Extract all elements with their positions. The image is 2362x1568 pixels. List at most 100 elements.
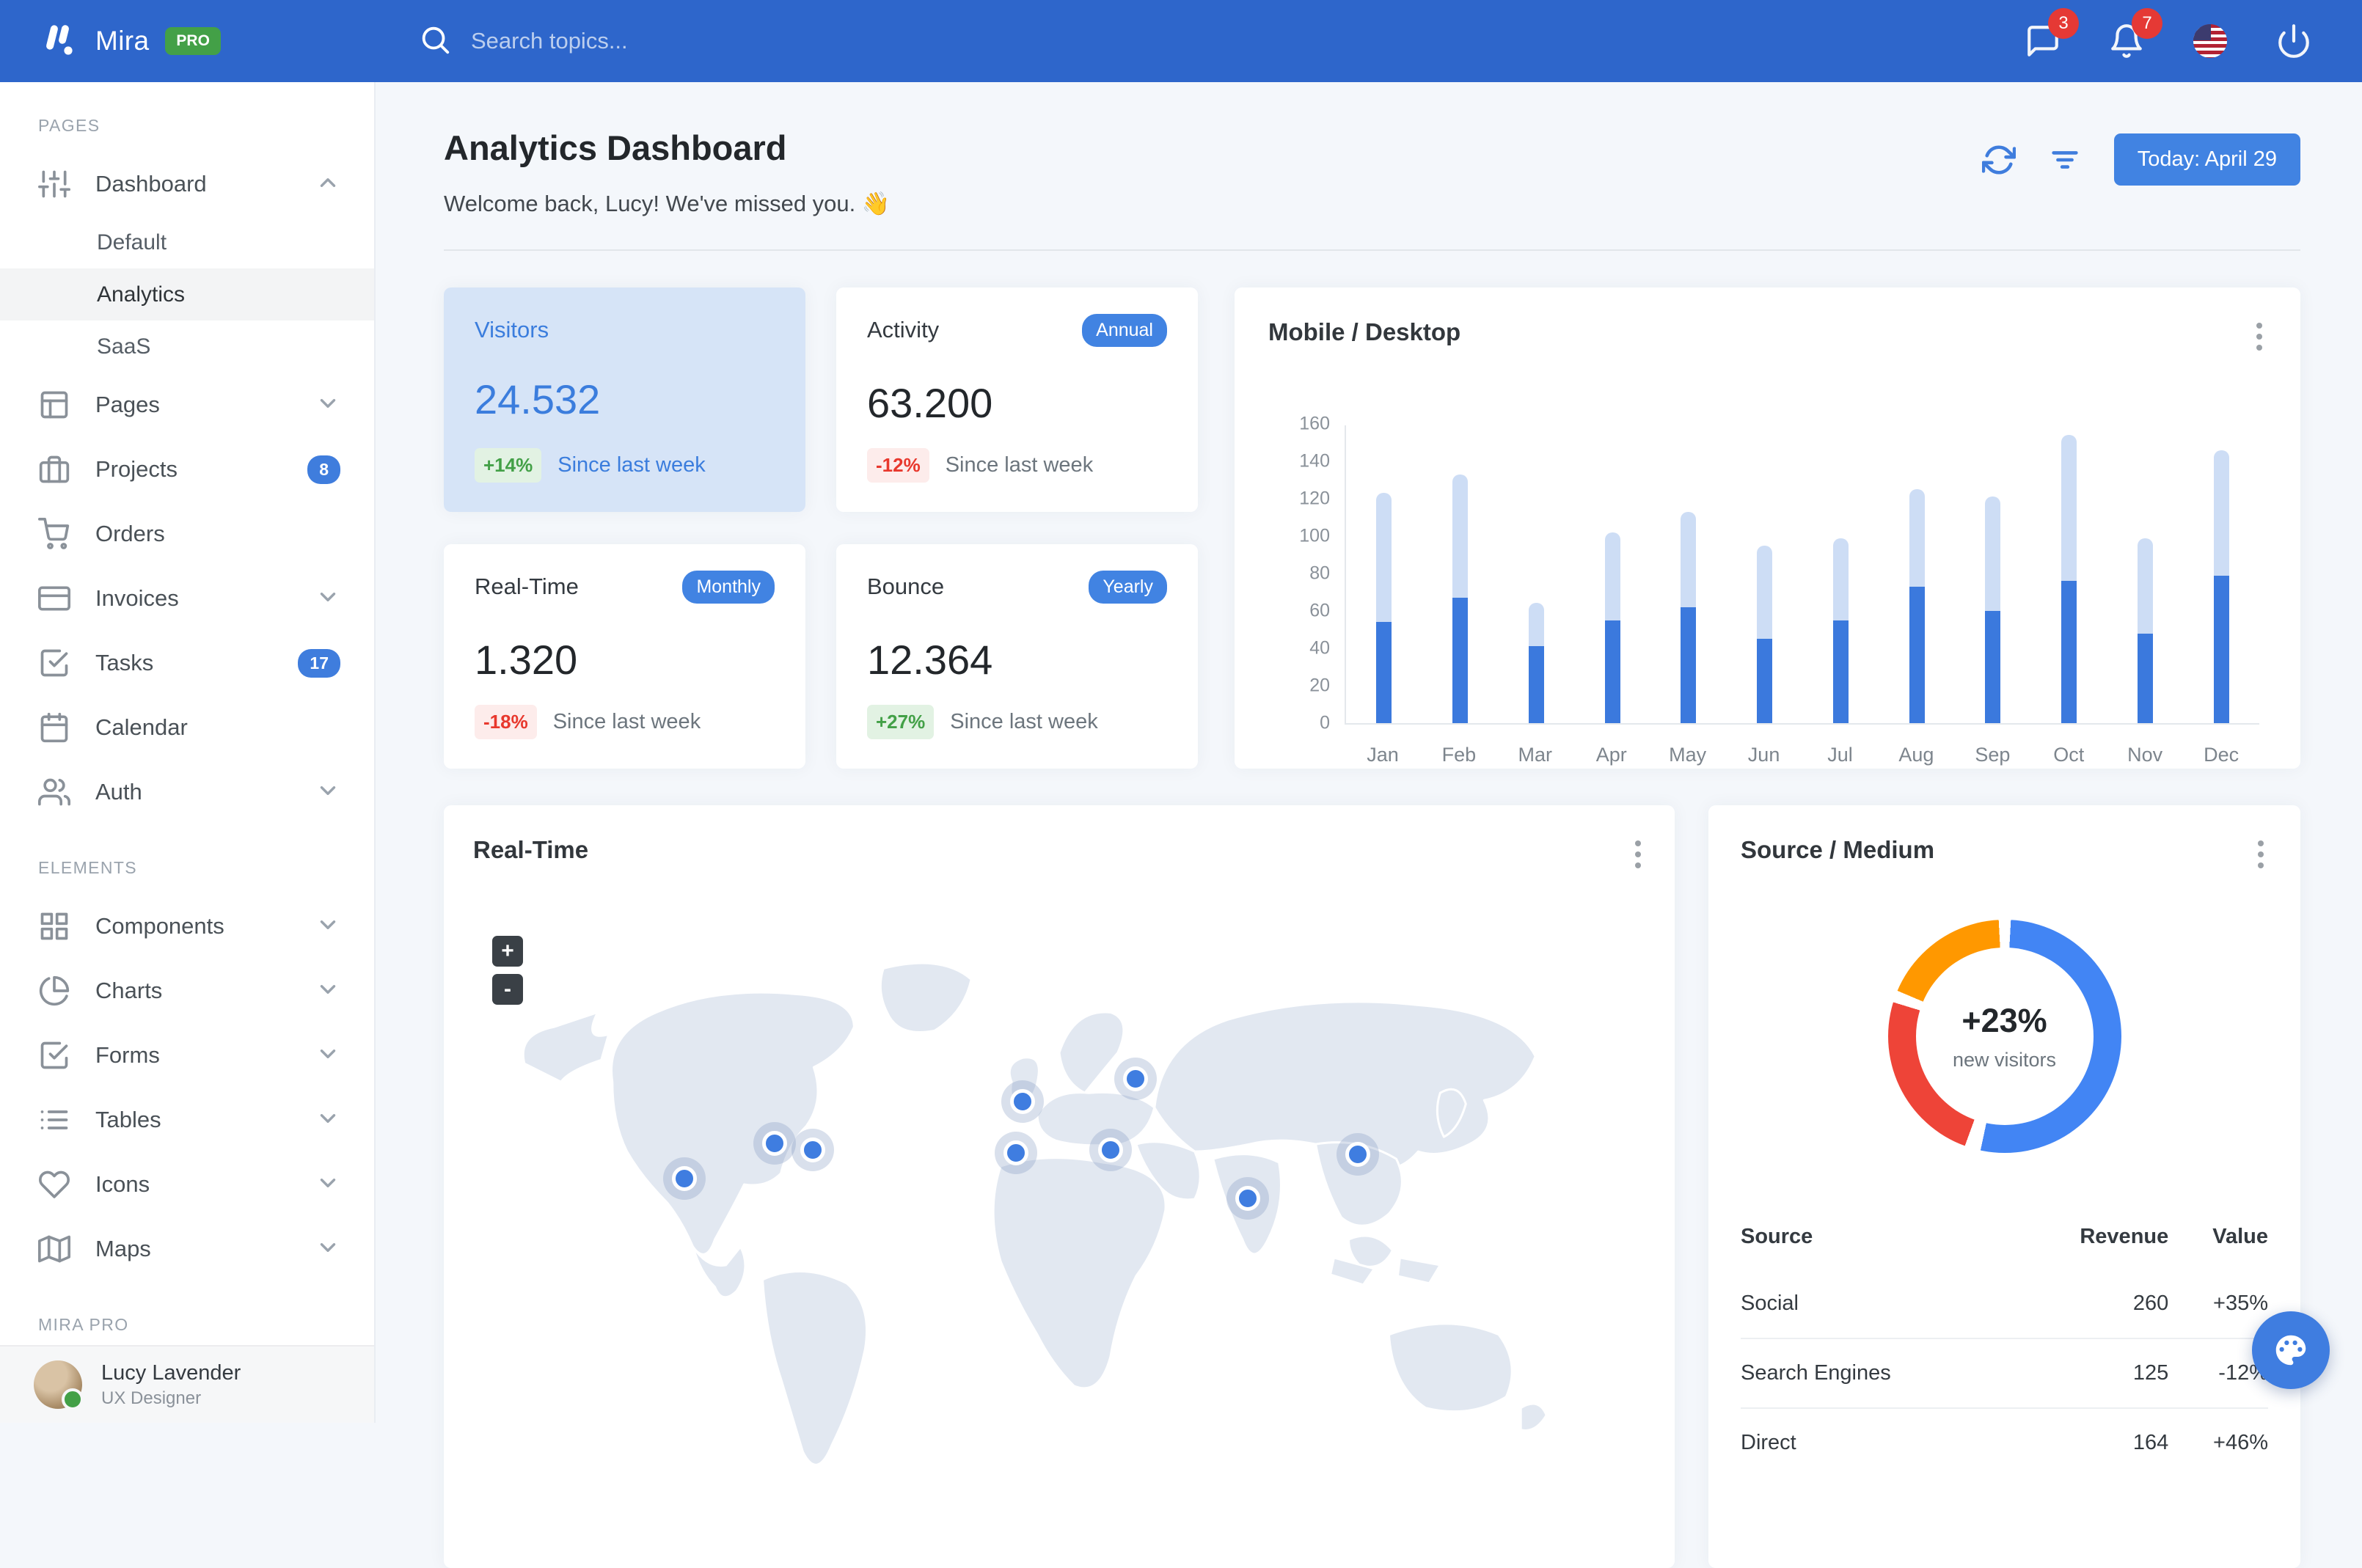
map-zoom-out-button[interactable]: - bbox=[492, 974, 523, 1005]
source-name: Social bbox=[1741, 1270, 2010, 1338]
source-col-revenue: Revenue bbox=[2010, 1210, 2169, 1270]
list-icon bbox=[38, 1104, 70, 1136]
bar-segment-mobile bbox=[2061, 581, 2077, 723]
filter-button[interactable] bbox=[2048, 143, 2082, 177]
bar-segment-desktop bbox=[1529, 603, 1544, 646]
chevron-down-icon bbox=[315, 585, 340, 613]
donut-center: +23% new visitors bbox=[1916, 948, 2094, 1125]
source-revenue: 260 bbox=[2010, 1270, 2169, 1338]
bar-dec bbox=[2183, 425, 2259, 723]
stat-title: Activity bbox=[867, 317, 939, 343]
notifications-button[interactable]: 7 bbox=[2105, 20, 2148, 62]
map-menu-kebab-icon[interactable] bbox=[1631, 836, 1645, 873]
source-table: SourceRevenueValue Social260+35%Search E… bbox=[1741, 1210, 2268, 1477]
page-title: Analytics Dashboard bbox=[444, 128, 890, 168]
source-menu-kebab-icon[interactable] bbox=[2253, 836, 2268, 873]
stat-card-visitors: Visitors24.532+14%Since last week bbox=[444, 287, 805, 512]
bar-segment-mobile bbox=[2214, 576, 2229, 723]
marker-dot-icon bbox=[1098, 1137, 1123, 1162]
briefcase-icon bbox=[38, 453, 70, 486]
search-icon[interactable] bbox=[418, 23, 452, 60]
bar-jun bbox=[1727, 425, 1803, 723]
sign-out-button[interactable] bbox=[2273, 20, 2315, 62]
y-axis-tick: 20 bbox=[1309, 675, 1330, 697]
y-axis-tick: 0 bbox=[1320, 713, 1330, 734]
sidebar-item-charts[interactable]: Charts bbox=[0, 959, 374, 1023]
x-axis-label: Aug bbox=[1878, 744, 1954, 766]
map-marker-3[interactable] bbox=[791, 1129, 834, 1171]
bar-segment-desktop bbox=[1985, 497, 2000, 611]
messages-button[interactable]: 3 bbox=[2022, 20, 2064, 62]
stat-period-badge[interactable]: Monthly bbox=[682, 571, 775, 604]
sidebar-user[interactable]: Lucy Lavender UX Designer bbox=[0, 1345, 374, 1423]
chevron-down-icon bbox=[315, 391, 340, 420]
stat-value: 63.200 bbox=[867, 379, 1167, 427]
sidebar-item-icons[interactable]: Icons bbox=[0, 1152, 374, 1217]
language-button[interactable] bbox=[2189, 20, 2231, 62]
x-axis-label: Feb bbox=[1421, 744, 1497, 766]
stat-value: 1.320 bbox=[475, 636, 775, 684]
sidebar-subitem-saas[interactable]: SaaS bbox=[0, 320, 374, 373]
map-marker-1[interactable] bbox=[663, 1157, 706, 1200]
sidebar-item-auth[interactable]: Auth bbox=[0, 760, 374, 824]
sidebar-subitem-analytics[interactable]: Analytics bbox=[0, 268, 374, 320]
sidebar-item-pages[interactable]: Pages bbox=[0, 373, 374, 437]
date-range-button[interactable]: Today: April 29 bbox=[2114, 133, 2300, 186]
sidebar-item-calendar[interactable]: Calendar bbox=[0, 695, 374, 760]
sidebar-subitem-default[interactable]: Default bbox=[0, 216, 374, 268]
sidebar-item-projects[interactable]: Projects8 bbox=[0, 437, 374, 502]
sidebar-item-dashboard[interactable]: Dashboard bbox=[0, 152, 374, 216]
chevron-up-icon bbox=[315, 170, 340, 199]
sidebar-item-forms[interactable]: Forms bbox=[0, 1023, 374, 1088]
stat-period-badge[interactable]: Annual bbox=[1082, 314, 1167, 347]
stat-caption: Since last week bbox=[946, 453, 1094, 477]
bar-segment-mobile bbox=[1376, 622, 1392, 723]
brand[interactable]: Mira PRO bbox=[0, 21, 376, 62]
sidebar-item-tasks[interactable]: Tasks17 bbox=[0, 631, 374, 695]
sidebar-item-orders[interactable]: Orders bbox=[0, 502, 374, 566]
theme-settings-fab[interactable] bbox=[2252, 1311, 2330, 1389]
map-marker-7[interactable] bbox=[1089, 1129, 1132, 1171]
bar-segment-mobile bbox=[1909, 587, 1925, 723]
x-axis-label: Jan bbox=[1345, 744, 1421, 766]
bar-feb bbox=[1422, 425, 1499, 723]
bar-segment-desktop bbox=[2061, 435, 2077, 581]
sidebar-item-tables[interactable]: Tables bbox=[0, 1088, 374, 1152]
sidebar-item-components[interactable]: Components bbox=[0, 894, 374, 959]
bar-segment-mobile bbox=[1757, 639, 1772, 723]
realtime-map-card: Real-Time bbox=[444, 805, 1675, 1568]
search-input[interactable] bbox=[471, 28, 984, 54]
y-axis-tick: 140 bbox=[1299, 451, 1330, 472]
source-name: Search Engines bbox=[1741, 1338, 2010, 1408]
marker-dot-icon bbox=[800, 1137, 825, 1162]
sliders-icon bbox=[38, 168, 70, 200]
sidebar: PAGESDashboardDefaultAnalyticsSaaSPagesP… bbox=[0, 82, 376, 1423]
page-header: Analytics Dashboard Welcome back, Lucy! … bbox=[444, 128, 2300, 217]
chart-menu-kebab-icon[interactable] bbox=[2252, 318, 2267, 355]
chevron-down-icon bbox=[315, 778, 340, 807]
stat-period-badge[interactable]: Yearly bbox=[1089, 571, 1167, 604]
x-axis-label: Jul bbox=[1802, 744, 1879, 766]
map-marker-2[interactable] bbox=[753, 1122, 796, 1165]
map-marker-6[interactable] bbox=[1114, 1058, 1157, 1100]
avatar bbox=[34, 1360, 82, 1409]
y-axis-tick: 80 bbox=[1309, 563, 1330, 585]
map-marker-9[interactable] bbox=[1337, 1133, 1379, 1176]
bar-segment-desktop bbox=[1452, 475, 1468, 598]
bar-segment-desktop bbox=[1909, 489, 1925, 587]
sidebar-item-invoices[interactable]: Invoices bbox=[0, 566, 374, 631]
map-marker-5[interactable] bbox=[995, 1132, 1037, 1174]
header-divider bbox=[444, 249, 2300, 251]
stat-title: Real-Time bbox=[475, 574, 579, 600]
map-marker-4[interactable] bbox=[1001, 1080, 1044, 1123]
stat-value: 12.364 bbox=[867, 636, 1167, 684]
refresh-button[interactable] bbox=[1982, 143, 2016, 177]
stat-value: 24.532 bbox=[475, 375, 775, 423]
map-marker-8[interactable] bbox=[1226, 1177, 1269, 1220]
y-axis-tick: 160 bbox=[1299, 414, 1330, 435]
sidebar-item-maps[interactable]: Maps bbox=[0, 1217, 374, 1281]
map-zoom-in-button[interactable]: + bbox=[492, 936, 523, 967]
world-map-svg bbox=[473, 895, 1645, 1540]
stats-grid: Visitors24.532+14%Since last week Activit… bbox=[444, 287, 1198, 769]
bar-mar bbox=[1499, 425, 1575, 723]
